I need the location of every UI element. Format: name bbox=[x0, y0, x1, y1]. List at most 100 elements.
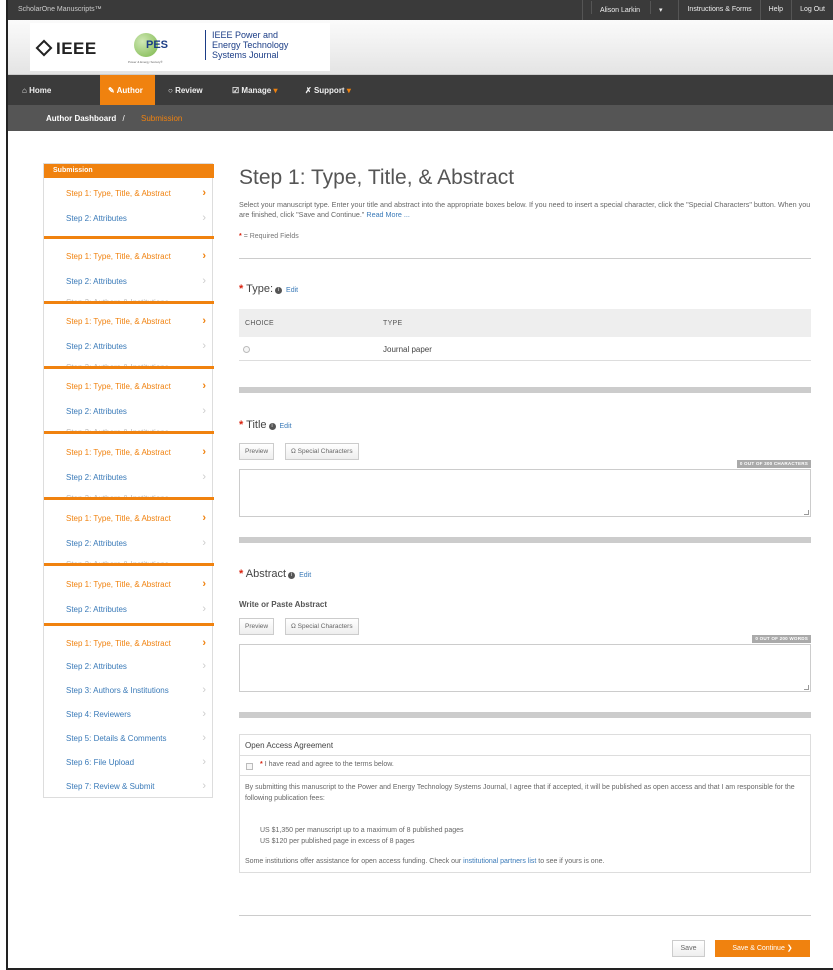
help-link[interactable]: Help bbox=[759, 0, 791, 20]
abstract-label: Abstract bbox=[245, 568, 287, 580]
resize-handle-icon[interactable] bbox=[804, 510, 809, 515]
intro-text: Select your manuscript type. Enter your … bbox=[239, 200, 811, 220]
sidebar-divider bbox=[44, 236, 214, 239]
sidebar-item-step1[interactable]: Step 1: Type, Title, & Abstract › bbox=[44, 377, 214, 397]
sidebar-item-step1[interactable]: Step 1: Type, Title, & Abstract › bbox=[44, 575, 214, 595]
abstract-word-counter: 0 OUT OF 200 WORDS bbox=[752, 635, 811, 643]
abstract-preview-button[interactable]: Preview bbox=[239, 618, 275, 635]
sidebar-item-step2[interactable]: Step 2: Attributes › bbox=[44, 468, 214, 488]
sidebar-item-label: Step 1: Type, Title, & Abstract bbox=[66, 382, 171, 391]
sidebar-item-step6[interactable]: Step 6: File Upload › bbox=[44, 753, 214, 773]
sidebar-item-step2[interactable]: Step 2: Attributes › bbox=[44, 657, 214, 677]
step-sidebar: Submission Step 1: Type, Title, & Abstra… bbox=[43, 163, 214, 798]
journal-name-line: Systems Journal bbox=[212, 50, 279, 60]
chevron-down-icon: ▾ bbox=[649, 1, 671, 14]
info-icon[interactable]: i bbox=[275, 287, 283, 294]
sidebar-item-step1[interactable]: Step 1: Type, Title, & Abstract › bbox=[44, 247, 214, 267]
title-special-characters-button[interactable]: Ω Special Characters bbox=[285, 443, 359, 460]
chevron-down-icon: ▾ bbox=[346, 86, 351, 95]
sidebar-item-label: Step 2: Attributes bbox=[66, 277, 127, 286]
journal-name-line: IEEE Power and bbox=[212, 30, 279, 40]
sidebar-item-label: Step 2: Attributes bbox=[66, 214, 127, 223]
breadcrumb-dashboard[interactable]: Author Dashboard / bbox=[46, 114, 125, 123]
intro-copy: Select your manuscript type. Enter your … bbox=[239, 200, 811, 219]
required-fields-label: = Required Fields bbox=[243, 233, 299, 240]
sidebar-item-step4[interactable]: Step 4: Reviewers › bbox=[44, 705, 214, 725]
fee-line: US $1,350 per manuscript up to a maximum… bbox=[260, 827, 464, 834]
sidebar-item-step2[interactable]: Step 2: Attributes › bbox=[44, 534, 214, 554]
nav-home[interactable]: ⌂ Home bbox=[22, 75, 51, 105]
nav-author[interactable]: ✎ Author bbox=[100, 75, 155, 105]
sidebar-item-step2[interactable]: Step 2: Attributes › bbox=[44, 600, 214, 620]
chevron-right-icon: › bbox=[202, 315, 206, 327]
chevron-right-icon: › bbox=[202, 660, 206, 672]
abstract-edit-link[interactable]: Edit bbox=[299, 572, 311, 579]
edit-icon: ☑ bbox=[232, 86, 240, 95]
sidebar-item-step5[interactable]: Step 5: Details & Comments › bbox=[44, 729, 214, 749]
user-name: Alison Larkin bbox=[590, 1, 649, 14]
read-more-link[interactable]: Read More ... bbox=[366, 210, 410, 219]
sidebar-item-label: Step 2: Attributes bbox=[66, 662, 127, 671]
section-separator bbox=[239, 712, 811, 718]
sidebar-item-step1[interactable]: Step 1: Type, Title, & Abstract › bbox=[44, 509, 214, 529]
save-button[interactable]: Save bbox=[672, 940, 705, 957]
sidebar-item-label: Step 1: Type, Title, & Abstract bbox=[66, 639, 171, 648]
chevron-right-icon: › bbox=[202, 732, 206, 744]
logout-link[interactable]: Log Out bbox=[791, 0, 833, 20]
chevron-right-icon: › bbox=[202, 187, 206, 199]
sidebar-item-step2[interactable]: Step 2: Attributes › bbox=[44, 272, 214, 292]
sidebar-item-step2[interactable]: Step 2: Attributes › bbox=[44, 337, 214, 357]
funding-note-text: Some institutions offer assistance for o… bbox=[245, 858, 462, 865]
nav-review[interactable]: ○ Review bbox=[168, 75, 203, 105]
nav-manage-label: Manage bbox=[241, 86, 272, 95]
sidebar-item-step2[interactable]: Step 2: Attributes › bbox=[44, 209, 214, 229]
chevron-right-icon: › bbox=[202, 684, 206, 696]
abstract-input[interactable] bbox=[239, 644, 811, 692]
institutional-partners-link[interactable]: institutional partners list bbox=[463, 858, 536, 865]
sidebar-item-step1[interactable]: Step 1: Type, Title, & Abstract › bbox=[44, 443, 214, 463]
agree-checkbox[interactable] bbox=[246, 763, 253, 770]
brand-name: ScholarOne Manuscripts™ bbox=[18, 6, 102, 13]
type-radio[interactable] bbox=[243, 346, 250, 353]
info-icon[interactable]: i bbox=[288, 572, 296, 579]
user-menu[interactable]: Alison Larkin ▾ bbox=[581, 0, 679, 20]
sidebar-item-step1[interactable]: Step 1: Type, Title, & Abstract › bbox=[44, 312, 214, 332]
sidebar-divider bbox=[44, 563, 214, 566]
chevron-right-icon: › bbox=[202, 637, 206, 649]
instructions-link[interactable]: Instructions & Forms bbox=[678, 0, 759, 20]
abstract-section-label: * Abstract i Edit bbox=[239, 568, 311, 580]
sidebar-item-step1[interactable]: Step 1: Type, Title, & Abstract › bbox=[44, 184, 214, 204]
sidebar-item-label: Step 1: Type, Title, & Abstract bbox=[66, 448, 171, 457]
sidebar-item-label: Step 2: Attributes bbox=[66, 539, 127, 548]
chevron-right-icon: › bbox=[202, 780, 206, 792]
sidebar-item-step7[interactable]: Step 7: Review & Submit › bbox=[44, 777, 214, 797]
pes-tagline: Power & Energy Society® bbox=[128, 60, 163, 64]
save-and-continue-button[interactable]: Save & Continue ❯ bbox=[715, 940, 810, 957]
sidebar-item-label: Step 1: Type, Title, & Abstract bbox=[66, 317, 171, 326]
nav-manage[interactable]: ☑ Manage ▾ bbox=[232, 75, 277, 105]
open-access-heading: Open Access Agreement bbox=[240, 735, 810, 756]
title-preview-button[interactable]: Preview bbox=[239, 443, 275, 460]
sidebar-item-step3[interactable]: Step 3: Authors & Institutions › bbox=[44, 681, 214, 701]
title-edit-link[interactable]: Edit bbox=[280, 423, 292, 430]
home-icon: ⌂ bbox=[22, 86, 27, 95]
nav-support-label: Support bbox=[313, 86, 345, 95]
sidebar-item-label: Step 2: Attributes bbox=[66, 605, 127, 614]
ieee-diamond-icon bbox=[35, 39, 53, 57]
sidebar-item-step1[interactable]: Step 1: Type, Title, & Abstract › bbox=[44, 634, 214, 654]
sidebar-item-step2[interactable]: Step 2: Attributes › bbox=[44, 402, 214, 422]
abstract-special-characters-button[interactable]: Ω Special Characters bbox=[285, 618, 359, 635]
chevron-right-icon: › bbox=[202, 275, 206, 287]
required-star: * bbox=[239, 419, 244, 431]
nav-support[interactable]: ✗ Support ▾ bbox=[305, 75, 351, 105]
column-header-choice: CHOICE bbox=[245, 320, 275, 327]
required-star: * bbox=[239, 283, 244, 295]
logo-bar: IEEE PES Power & Energy Society® IEEE Po… bbox=[8, 20, 833, 75]
journal-logo[interactable]: IEEE PES Power & Energy Society® IEEE Po… bbox=[30, 23, 330, 71]
resize-handle-icon[interactable] bbox=[804, 685, 809, 690]
title-input[interactable] bbox=[239, 469, 811, 517]
type-edit-link[interactable]: Edit bbox=[286, 287, 298, 294]
nav-home-label: Home bbox=[29, 86, 52, 95]
title-label: Title bbox=[246, 419, 267, 431]
info-icon[interactable]: i bbox=[268, 423, 276, 430]
